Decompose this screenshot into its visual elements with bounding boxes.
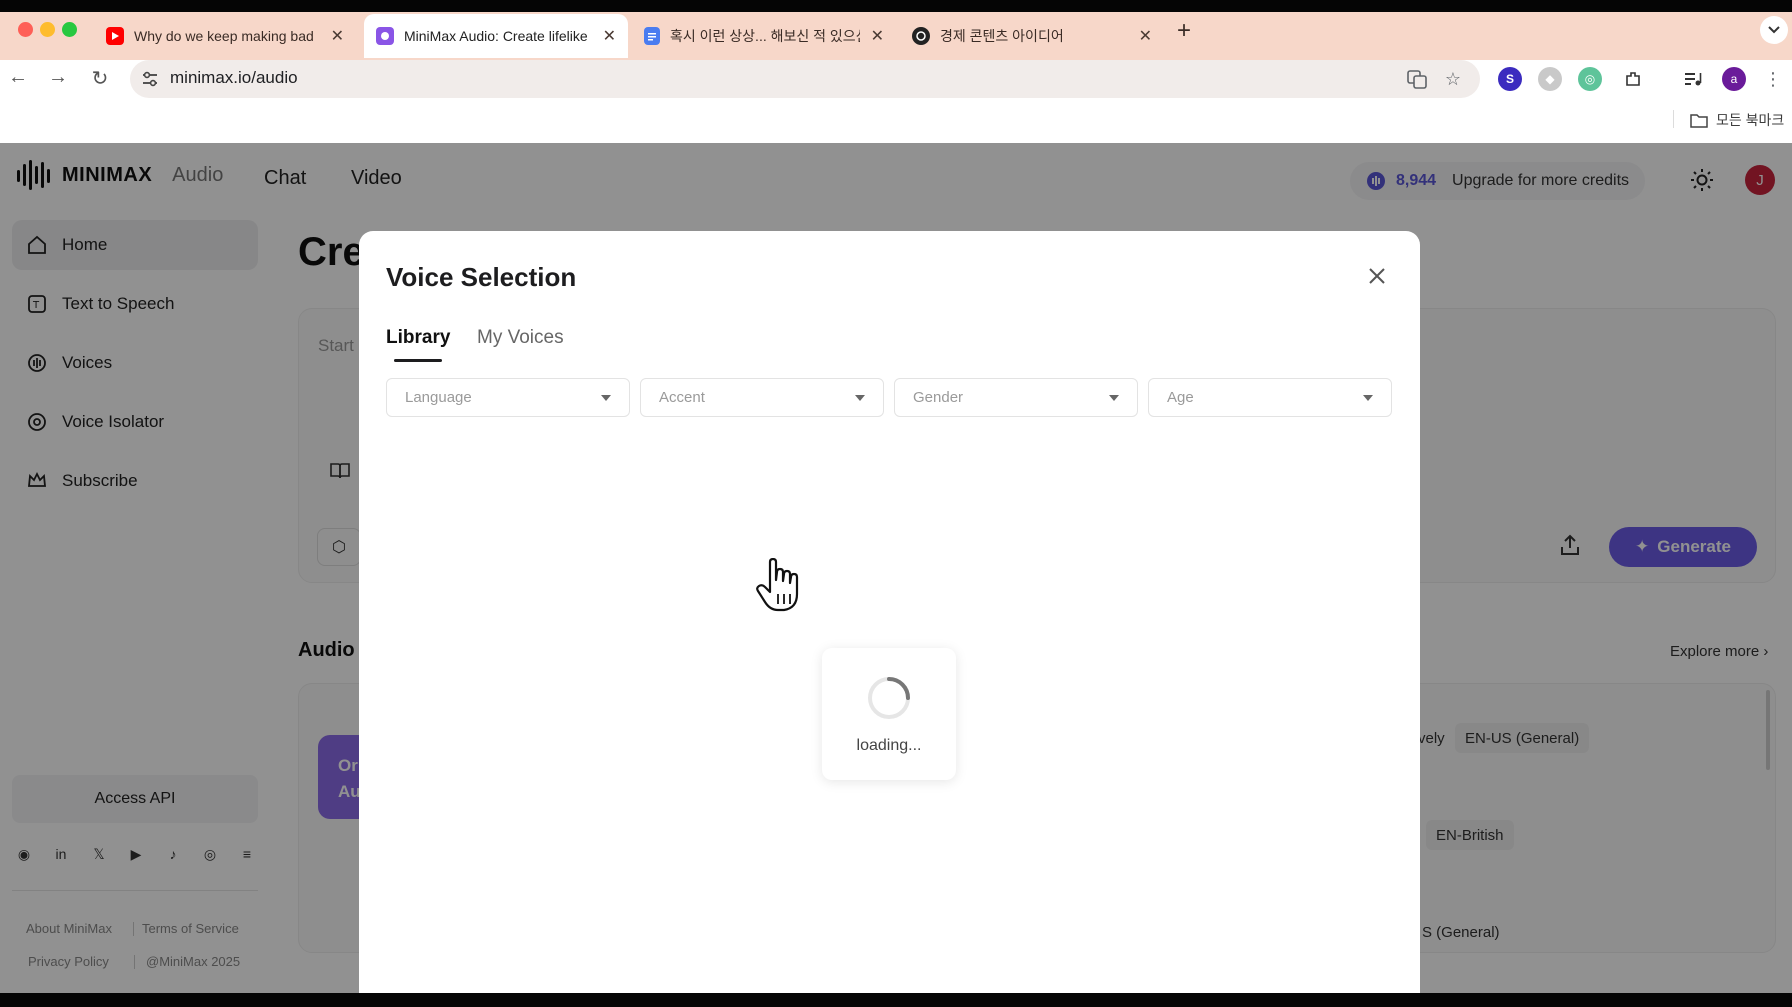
browser-menu-icon[interactable]: ⋮	[1760, 66, 1786, 92]
extension-s-icon[interactable]: S	[1498, 67, 1522, 91]
profile-avatar[interactable]: a	[1722, 67, 1746, 91]
screen-bottom-edge	[0, 993, 1792, 1007]
hand-cursor-icon	[756, 558, 799, 612]
docs-icon	[644, 27, 660, 45]
close-icon[interactable]	[1363, 262, 1391, 290]
browser-tab-youtube[interactable]: Why do we keep making bad ✕	[94, 14, 356, 58]
media-control-icon[interactable]	[1680, 66, 1706, 92]
window-minimize-button[interactable]	[40, 22, 55, 37]
extension-globe-icon[interactable]: ◎	[1578, 67, 1602, 91]
translate-icon[interactable]	[1404, 66, 1430, 92]
minimax-icon	[376, 27, 394, 45]
window-close-button[interactable]	[18, 22, 33, 37]
reload-button[interactable]: ↻	[86, 66, 114, 91]
chevron-down-icon	[1768, 26, 1780, 34]
tab-title: 혹시 이런 상상... 해보신 적 있으신	[670, 28, 860, 44]
bookmarks-separator	[1673, 110, 1674, 128]
screen: Why do we keep making bad ✕ MiniMax Audi…	[0, 0, 1792, 1007]
active-tab-indicator	[394, 359, 442, 362]
caret-down-icon	[1363, 394, 1373, 401]
modal-title: Voice Selection	[386, 262, 577, 292]
tab-my-voices[interactable]: My Voices	[477, 327, 564, 349]
tab-close-icon[interactable]: ✕	[321, 26, 344, 46]
tab-close-icon[interactable]: ✕	[593, 26, 616, 46]
folder-icon	[1690, 113, 1708, 128]
tab-close-icon[interactable]: ✕	[1129, 26, 1152, 46]
site-settings-icon[interactable]	[140, 69, 160, 89]
url-text[interactable]: minimax.io/audio	[170, 68, 298, 88]
youtube-icon	[106, 27, 124, 45]
extension-tag-icon[interactable]: ◆	[1538, 67, 1562, 91]
caret-down-icon	[601, 394, 611, 401]
age-select[interactable]: Age	[1148, 378, 1392, 417]
tab-title: MiniMax Audio: Create lifelike	[404, 28, 588, 44]
all-bookmarks-button[interactable]: 모든 북마크	[1690, 110, 1784, 130]
caret-down-icon	[855, 394, 865, 401]
language-placeholder: Language	[405, 389, 472, 406]
browser-tab-chatgpt[interactable]: 경제 콘텐츠 아이디어 ✕	[900, 14, 1164, 58]
back-button[interactable]: ←	[4, 66, 32, 89]
all-bookmarks-label: 모든 북마크	[1716, 112, 1785, 128]
accent-select[interactable]: Accent	[640, 378, 884, 417]
extensions-puzzle-icon[interactable]	[1620, 66, 1646, 92]
tab-title: 경제 콘텐츠 아이디어	[940, 28, 1064, 44]
language-select[interactable]: Language	[386, 378, 630, 417]
browser-tab-minimax[interactable]: MiniMax Audio: Create lifelike ✕	[364, 14, 628, 58]
age-placeholder: Age	[1167, 389, 1194, 406]
gender-placeholder: Gender	[913, 389, 964, 406]
tab-search-button[interactable]	[1760, 16, 1788, 44]
new-tab-button[interactable]: +	[1177, 17, 1191, 45]
openai-icon	[912, 27, 930, 45]
screen-top-edge	[0, 0, 1792, 12]
tab-library[interactable]: Library	[386, 327, 450, 349]
browser-tab-docs[interactable]: 혹시 이런 상상... 해보신 적 있으신 ✕	[632, 14, 896, 58]
tab-title: Why do we keep making bad	[134, 28, 314, 44]
caret-down-icon	[1109, 394, 1119, 401]
loading-text: loading...	[856, 737, 922, 754]
forward-button[interactable]: →	[44, 66, 72, 89]
gender-select[interactable]: Gender	[894, 378, 1138, 417]
tab-close-icon[interactable]: ✕	[861, 26, 884, 46]
accent-placeholder: Accent	[659, 389, 705, 406]
address-bar[interactable]	[130, 60, 1480, 98]
window-zoom-button[interactable]	[62, 22, 77, 37]
bookmark-star-icon[interactable]: ☆	[1440, 66, 1466, 92]
spinner-icon	[868, 677, 910, 719]
